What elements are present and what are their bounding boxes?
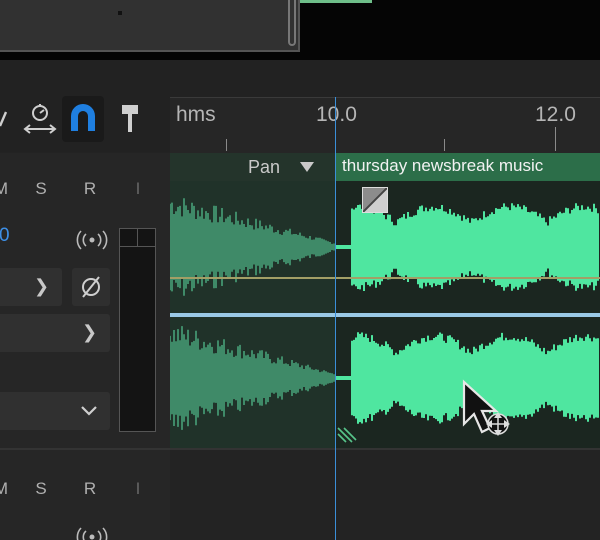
chevron-right-icon: ❯ (34, 276, 50, 296)
input-monitor-button[interactable]: I (126, 179, 150, 199)
track-divider (0, 448, 170, 450)
mute-button[interactable]: M (0, 479, 13, 499)
mono-input-button[interactable] (74, 229, 110, 251)
waveform-faded-segment (170, 198, 335, 296)
input-select-field[interactable]: ❯ (0, 268, 62, 306)
fade-in-handle[interactable] (362, 187, 388, 213)
record-arm-button[interactable]: R (78, 479, 102, 499)
waveform-faded-segment (170, 326, 335, 430)
chevron-right-icon: ❯ (82, 322, 98, 342)
time-selection-tool[interactable] (0, 100, 14, 138)
mute-button[interactable]: M (0, 179, 13, 199)
meter-peak-right (137, 229, 155, 247)
phase-invert-icon (82, 276, 100, 298)
chevron-down-icon (81, 406, 97, 416)
channel-divider (170, 313, 600, 317)
solo-button[interactable]: S (29, 179, 53, 199)
crossfade-marker (337, 427, 357, 443)
panel-dot (118, 11, 122, 15)
solo-button[interactable]: S (29, 479, 53, 499)
pin-marker-icon (122, 105, 138, 132)
track-volume-value[interactable]: 0 (0, 225, 10, 247)
meter-peak-left (120, 229, 138, 247)
pan-envelope-line[interactable] (170, 277, 600, 279)
move-arrow-cursor-icon (462, 379, 510, 436)
snap-toggle-button[interactable] (62, 96, 104, 142)
move-tool[interactable] (22, 100, 58, 138)
automation-lane-label[interactable]: Pan (248, 157, 280, 178)
ruler-tick-label: 12.0 (535, 103, 576, 126)
triangle-down-icon[interactable] (300, 162, 314, 172)
panel-resize-handle[interactable] (288, 0, 296, 46)
record-arm-button[interactable]: R (78, 179, 102, 199)
marker-tool[interactable] (116, 100, 144, 138)
output-select-field[interactable]: ❯ (0, 314, 110, 352)
upper-panel (0, 0, 300, 52)
radio-waves-icon (76, 527, 108, 540)
fade-curve-icon (363, 188, 387, 212)
ruler-minor-tick (444, 139, 445, 151)
level-meter (119, 228, 156, 432)
ruler-unit-label: hms (176, 103, 216, 126)
automation-mode-dropdown[interactable] (0, 392, 110, 430)
phase-invert-button[interactable] (72, 268, 110, 306)
stopwatch-move-icon (23, 104, 57, 134)
playhead[interactable] (335, 97, 336, 540)
ruler-minor-tick (226, 139, 227, 151)
magnet-snap-icon (71, 104, 95, 131)
ruler-tick-label: 10.0 (316, 103, 357, 126)
input-monitor-button[interactable]: I (126, 479, 150, 499)
time-selection-icon (0, 111, 8, 127)
radio-waves-icon (76, 230, 108, 250)
mono-input-button[interactable] (74, 526, 110, 540)
ruler-major-tick (555, 127, 556, 151)
empty-track-lane[interactable] (170, 448, 600, 540)
top-clip-edge (300, 0, 372, 3)
clip-title: thursday newsbreak music (342, 156, 544, 175)
